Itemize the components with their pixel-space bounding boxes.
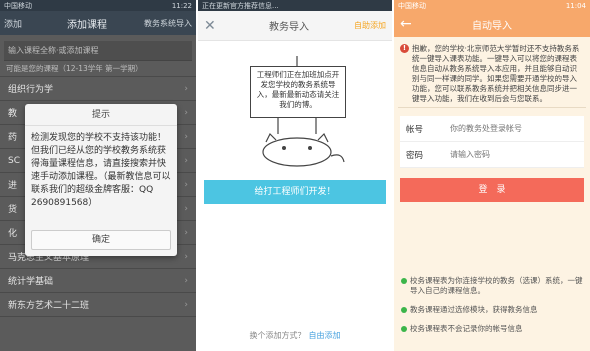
self-add-link[interactable]: 自助添加 bbox=[354, 20, 386, 31]
tip-text: 校务课程表不会记录你的帐号信息 bbox=[410, 324, 523, 333]
back-arrow-icon[interactable]: ← bbox=[400, 16, 420, 32]
course-item[interactable]: 组织行为学 › bbox=[0, 77, 196, 101]
chevron-right-icon: › bbox=[184, 155, 188, 166]
password-input[interactable] bbox=[450, 150, 578, 159]
tip-item: 校务课程表为你连接学校的教务（选课）系统，一键导入自己的课程信息。 bbox=[400, 276, 586, 296]
urge-engineers-button[interactable]: 给打工程师们开发！ bbox=[204, 180, 386, 204]
login-button[interactable]: 登 录 bbox=[400, 178, 584, 202]
chevron-right-icon: › bbox=[184, 83, 188, 94]
account-input[interactable] bbox=[450, 124, 578, 133]
account-row: 帐号 bbox=[400, 116, 584, 142]
chevron-right-icon: › bbox=[184, 227, 188, 238]
chevron-right-icon: › bbox=[184, 275, 188, 286]
dialog-message: 检测发现您的学校不支持该功能！但我们已经从您的学校教务系统获得海量课程信息，请直… bbox=[31, 133, 171, 208]
course-label: SC bbox=[8, 155, 20, 166]
bullet-icon bbox=[401, 326, 407, 332]
tip-item: 教务课程通过选修模块，获得教务信息 bbox=[400, 305, 586, 315]
status-bar: 正在更新官方推荐信息... bbox=[198, 0, 392, 11]
import-from-system-button[interactable]: 教务系统导入 bbox=[144, 18, 192, 29]
chevron-right-icon: › bbox=[184, 131, 188, 142]
course-label: 进 bbox=[8, 181, 18, 191]
dialog-title: 提示 bbox=[25, 104, 177, 126]
cat-sign-illustration: 工程师们正在加班加点开发您学校的教务系统导入，最新最新动态请关注我们的博。 bbox=[238, 52, 356, 170]
tip-text: 教务课程通过选修模块，获得教务信息 bbox=[410, 305, 538, 314]
unsupported-dialog: 提示 检测发现您的学校不支持该功能！但我们已经从您的学校教务系统获得海量课程信息… bbox=[25, 104, 177, 256]
tip-item: 校务课程表不会记录你的帐号信息 bbox=[400, 324, 586, 334]
add-course-screen: 中国移动 11:22 添加 添加课程 教务系统导入 输入课程全称·或添加课程 可… bbox=[0, 0, 196, 351]
warning-icon: ! bbox=[400, 44, 409, 53]
course-label: 化 bbox=[8, 229, 18, 239]
auto-import-screen: 中国移动 11:04 ← 自动导入 ! 抱歉，您的学校·北京师范大学暂时还不支持… bbox=[394, 0, 590, 351]
account-label: 帐号 bbox=[406, 124, 424, 135]
course-search-input[interactable]: 输入课程全称·或添加课程 bbox=[4, 41, 192, 61]
status-bar: 中国移动 11:04 bbox=[394, 0, 590, 11]
page-title: 自动导入 bbox=[472, 20, 512, 32]
free-add-link[interactable]: 自由添加 bbox=[309, 331, 341, 340]
close-icon[interactable]: ✕ bbox=[204, 18, 224, 34]
bullet-icon bbox=[401, 307, 407, 313]
search-placeholder: 输入课程全称·或添加课程 bbox=[8, 46, 99, 55]
chevron-right-icon: › bbox=[184, 203, 188, 214]
course-label: 货 bbox=[8, 205, 18, 215]
chevron-right-icon: › bbox=[184, 179, 188, 190]
top-bar: 添加 添加课程 教务系统导入 bbox=[0, 11, 196, 35]
clock: 11:04 bbox=[565, 1, 586, 10]
password-row: 密码 bbox=[400, 142, 584, 168]
top-bar: ← 自动导入 bbox=[394, 11, 590, 37]
course-label: 新东方艺术二十二班 bbox=[8, 301, 90, 311]
status-bar: 中国移动 11:22 bbox=[0, 0, 196, 11]
back-button[interactable]: 添加 bbox=[4, 17, 30, 30]
course-label: 药 bbox=[8, 133, 18, 143]
chevron-right-icon: › bbox=[184, 299, 188, 310]
clock: 11:22 bbox=[171, 1, 192, 10]
sign-board: 工程师们正在加班加点开发您学校的教务系统导入，最新最新动态请关注我们的博。 bbox=[250, 66, 346, 118]
course-label: 统计学基础 bbox=[8, 277, 54, 287]
switch-method-footer: 换个添加方式？ 自由添加 bbox=[198, 330, 392, 341]
dialog-ok-button[interactable]: 确定 bbox=[31, 230, 171, 250]
course-label: 教 bbox=[8, 109, 18, 119]
page-title: 添加课程 bbox=[67, 19, 107, 31]
course-item[interactable]: 新东方艺术二十二班 › bbox=[0, 293, 196, 317]
bullet-icon bbox=[401, 278, 407, 284]
chevron-right-icon: › bbox=[184, 107, 188, 118]
tips-list: 校务课程表为你连接学校的教务（选课）系统，一键导入自己的课程信息。 教务课程通过… bbox=[400, 276, 586, 343]
unsupported-notice: ! 抱歉，您的学校·北京师范大学暂时还不支持教务系统一键导入课表功能。一键导入可… bbox=[398, 41, 586, 108]
semester-header: 可能是您的课程（12-13学年 第一学期） bbox=[0, 61, 196, 77]
carrier-label: 中国移动 bbox=[4, 1, 32, 10]
notice-text: 抱歉，您的学校·北京师范大学暂时还不支持教务系统一键导入课表功能。一键导入可以将… bbox=[412, 44, 580, 103]
footer-prefix: 换个添加方式？ bbox=[249, 331, 306, 340]
course-label: 组织行为学 bbox=[8, 85, 54, 95]
system-import-screen: 正在更新官方推荐信息... ✕ 教务导入 自助添加 工程师们正在加班加点开发您学… bbox=[198, 0, 392, 351]
carrier-label: 中国移动 bbox=[398, 1, 426, 10]
chevron-right-icon: › bbox=[184, 251, 188, 262]
password-label: 密码 bbox=[406, 150, 424, 161]
login-form: 帐号 密码 bbox=[400, 116, 584, 168]
tip-text: 校务课程表为你连接学校的教务（选课）系统，一键导入自己的课程信息。 bbox=[410, 276, 583, 295]
page-title: 教务导入 bbox=[269, 22, 309, 33]
top-bar: ✕ 教务导入 自助添加 bbox=[198, 11, 392, 41]
status-text: 正在更新官方推荐信息... bbox=[202, 1, 279, 10]
course-item[interactable]: 统计学基础 › bbox=[0, 269, 196, 293]
